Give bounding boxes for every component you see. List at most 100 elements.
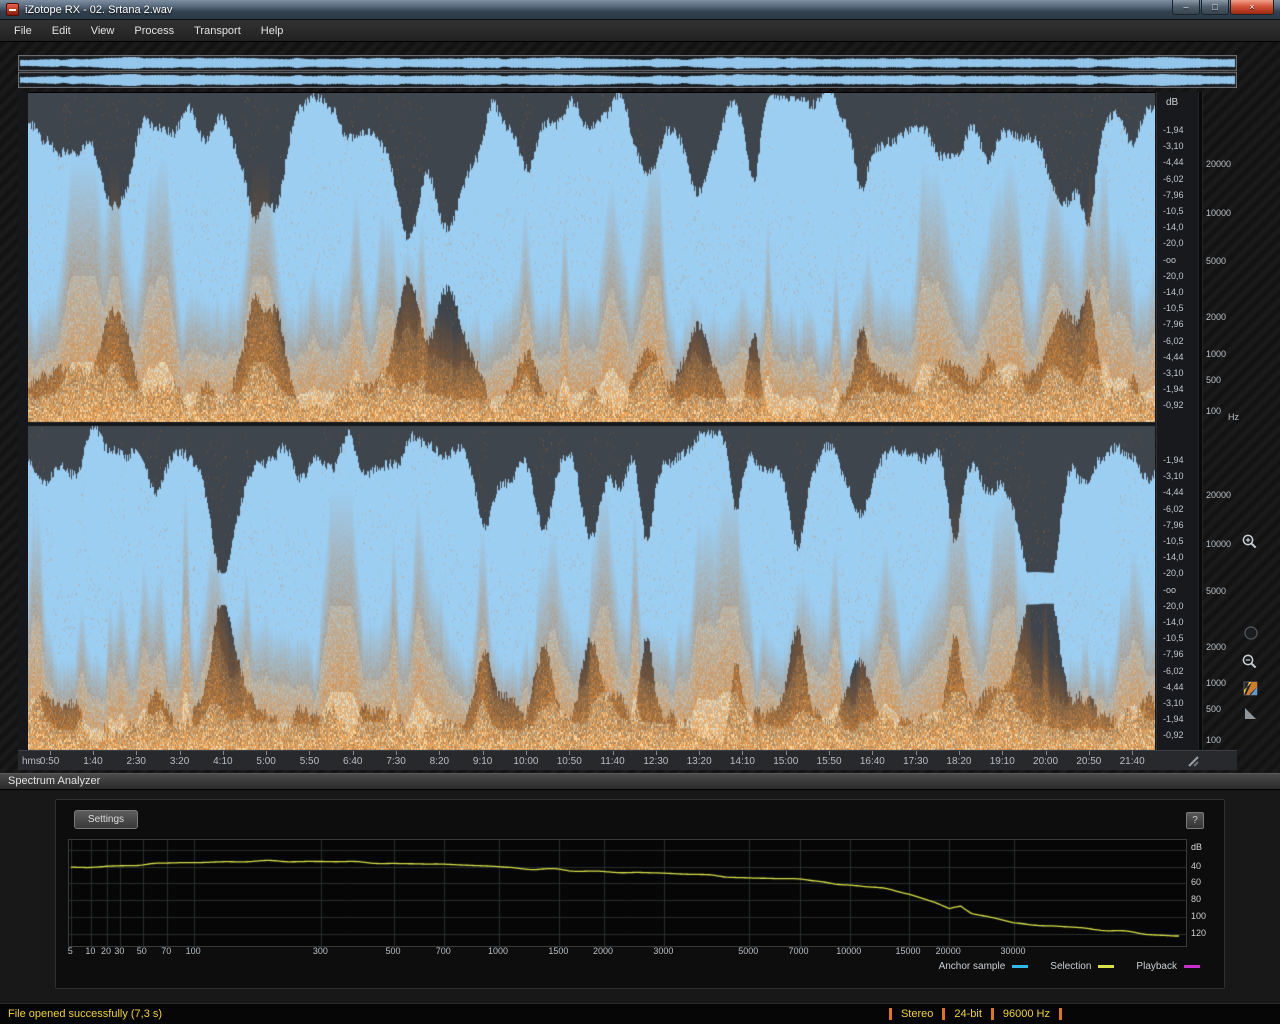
spectrum-analyzer-header[interactable]: Spectrum Analyzer: [0, 773, 1280, 790]
frequency-tick: 20000: [1206, 158, 1232, 169]
vertical-scrollbar[interactable]: [1198, 92, 1203, 750]
time-ruler-tick: [1132, 751, 1134, 755]
frequency-tick: 500: [1206, 375, 1222, 386]
time-ruler-label: 21:40: [1119, 756, 1145, 767]
time-ruler-label: 12:30: [643, 756, 669, 767]
db-tick: -6,02: [1163, 173, 1184, 184]
time-ruler[interactable]: hms 0:50 1:40 2:30 3:20 4:10 5:00 5:50 6:40 7:30…: [18, 750, 1237, 770]
help-button[interactable]: ?: [1186, 812, 1204, 829]
time-ruler-tick: [958, 751, 960, 755]
spectrum-db-tick: 100: [1191, 911, 1207, 922]
legend-label: Playback: [1136, 961, 1177, 972]
db-tick: -6,02: [1163, 665, 1184, 676]
db-tick: -1,94: [1163, 125, 1184, 135]
db-tick: -7,96: [1163, 519, 1184, 530]
time-ruler-label: 9:10: [472, 756, 493, 767]
time-ruler-label: 15:50: [816, 756, 842, 767]
frequency-tick: 1000: [1206, 348, 1227, 359]
time-ruler-tick: [92, 751, 94, 755]
spectrum-freq-tick: 20000: [935, 946, 961, 956]
db-tick: -10,5: [1163, 536, 1184, 546]
legend-item: Playback: [1136, 961, 1200, 972]
time-ruler-tick: [1045, 751, 1047, 755]
db-scale-label: dB: [1166, 97, 1179, 108]
db-tick: -20,0: [1163, 238, 1184, 249]
db-tick: -oo: [1163, 584, 1177, 595]
time-ruler-tick: [915, 751, 917, 755]
minimize-button[interactable]: –: [1172, 0, 1200, 15]
display-palette-button[interactable]: [1241, 679, 1259, 697]
time-ruler-label: 17:30: [903, 756, 929, 767]
spectrum-freq-tick: 30: [114, 946, 125, 956]
spectrum-graph[interactable]: [68, 839, 1187, 947]
frequency-tick: 100: [1206, 406, 1222, 417]
ruler-corner-tool[interactable]: [1184, 752, 1202, 770]
zoom-in-button[interactable]: [1240, 532, 1258, 550]
menu-transport[interactable]: Transport: [184, 22, 251, 40]
time-ruler-label: 4:10: [213, 756, 233, 767]
time-ruler-label: 18:20: [946, 756, 972, 767]
time-ruler-tick: [439, 751, 441, 755]
spectrum-freq-tick: 500: [385, 946, 401, 956]
spectrum-freq-tick: 1000: [488, 946, 509, 956]
time-ruler-label: 5:50: [299, 756, 320, 767]
time-ruler-tick: [872, 751, 874, 755]
status-separator: [1059, 1008, 1062, 1020]
hz-unit-label: Hz: [1228, 412, 1239, 422]
time-ruler-tick: [655, 751, 657, 755]
frequency-tick: 100: [1206, 734, 1222, 745]
spectrum-db-tick: 120: [1191, 928, 1207, 939]
resize-grip-icon: [1187, 755, 1199, 767]
corner-arrow-icon: [1244, 707, 1256, 719]
time-ruler-label: 7:30: [386, 756, 406, 767]
db-tick: -0,92: [1163, 730, 1184, 741]
spectrogram-waveform-display[interactable]: [28, 92, 1155, 752]
time-ruler-label: 1:40: [83, 756, 103, 767]
db-tick: -10,5: [1163, 303, 1184, 314]
time-ruler-label: 6:40: [343, 756, 363, 767]
menu-process[interactable]: Process: [124, 22, 184, 40]
display-left-margin: [18, 92, 28, 750]
pan-arrow-button[interactable]: [1241, 704, 1259, 722]
spectrum-freq-tick: 300: [312, 946, 328, 956]
close-button[interactable]: ×: [1230, 0, 1274, 15]
zoom-out-button[interactable]: [1240, 652, 1258, 670]
legend-label: Anchor sample: [938, 961, 1006, 972]
time-ruler-tick: [1002, 751, 1004, 755]
time-ruler-tick: [309, 751, 311, 755]
spectrum-db-tick: 60: [1191, 877, 1202, 888]
db-tick: -6,02: [1163, 335, 1184, 346]
time-ruler-label: 20:00: [1033, 756, 1059, 767]
db-tick: -3,10: [1163, 471, 1184, 482]
window-title: iZotope RX - 02. Srtana 2.wav: [25, 3, 173, 16]
db-tick: -3,10: [1163, 141, 1184, 152]
db-tick: -3,10: [1163, 698, 1184, 708]
db-tick: -0,92: [1163, 400, 1184, 411]
restore-button[interactable]: □: [1201, 0, 1229, 15]
status-item: 96000 Hz: [1002, 1008, 1050, 1020]
db-tick: -4,44: [1163, 157, 1184, 168]
time-ruler-label: 15:00: [773, 756, 799, 767]
db-tick: -10,5: [1163, 633, 1184, 644]
menu-help[interactable]: Help: [251, 22, 294, 40]
menu-view[interactable]: View: [81, 22, 125, 40]
db-tick: -14,0: [1163, 617, 1184, 627]
spectrum-freq-tick: 20: [100, 946, 111, 956]
zoom-in-icon: [1242, 534, 1256, 548]
spectrum-freq-tick: 50: [136, 946, 147, 956]
overview-waveform[interactable]: [18, 55, 1237, 88]
time-ruler-tick: [482, 751, 484, 755]
db-tick: -14,0: [1163, 287, 1184, 297]
frequency-tick: 10000: [1206, 208, 1232, 219]
db-tick: -7,96: [1163, 189, 1184, 200]
spectrum-freq-tick: 5: [67, 946, 73, 956]
time-ruler-tick: [525, 751, 527, 755]
db-tick: -4,44: [1163, 681, 1184, 692]
zoom-scroll-knob[interactable]: [1242, 624, 1260, 642]
settings-button[interactable]: Settings: [74, 810, 138, 829]
menu-file[interactable]: File: [4, 22, 42, 40]
menu-edit[interactable]: Edit: [42, 22, 81, 40]
time-ruler-tick: [222, 751, 224, 755]
spectrum-db-tick: 40: [1191, 860, 1202, 871]
spectrum-freq-tick: 10000: [836, 946, 862, 956]
